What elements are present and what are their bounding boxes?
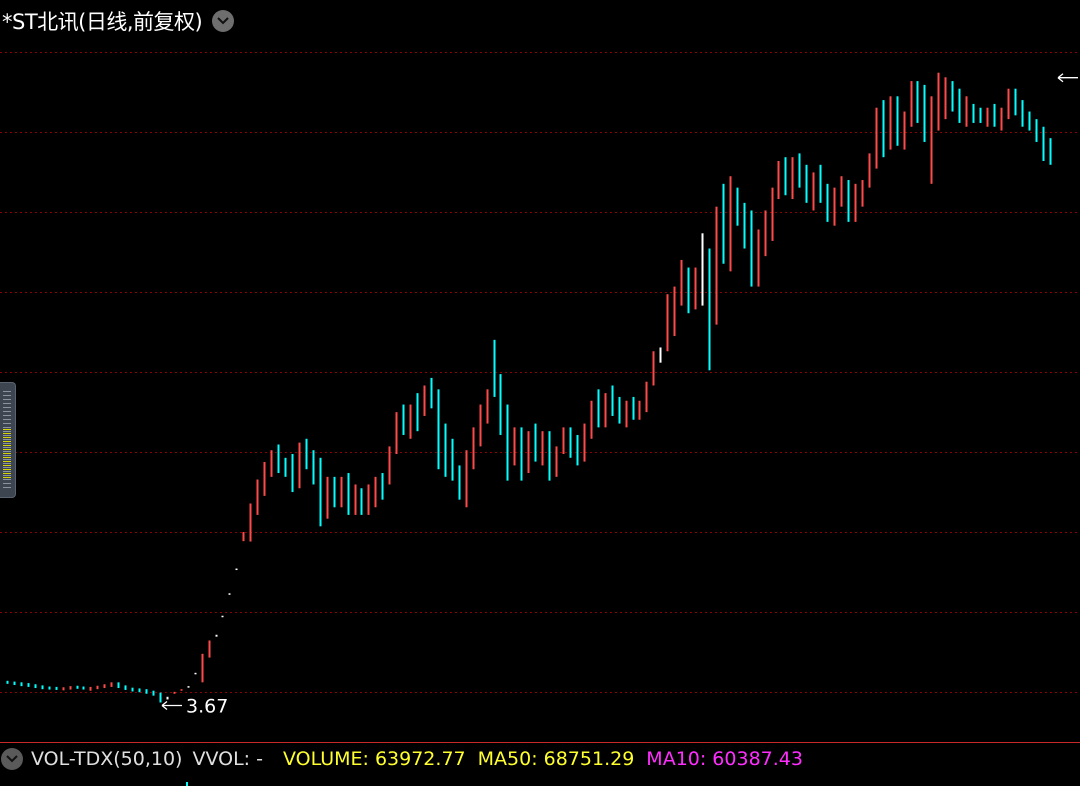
indicator-dropdown-icon[interactable] <box>1 748 23 770</box>
candlestick-chart: 20.22 3.67 <box>0 52 1080 718</box>
indicator-ma10: MA10: 60387.43 <box>646 748 803 770</box>
title-dropdown-icon[interactable] <box>212 10 235 32</box>
price-annotations: 20.22 3.67 <box>161 73 1078 718</box>
chart-title-bar: *ST北讯(日线,前复权) <box>0 6 235 36</box>
indicator-bar: VOL-TDX(50,10) VVOL: - VOLUME: 63972.77 … <box>0 744 803 774</box>
candles <box>6 72 1052 703</box>
max-price-annotation: 20.22 <box>1057 73 1078 83</box>
chart-title: *ST北讯(日线,前复权) <box>2 10 203 34</box>
indicator-vvol: VVOL: - <box>192 748 263 770</box>
min-price-annotation: 3.67 <box>161 696 228 718</box>
indicator-volume: VOLUME: 63972.77 <box>282 748 466 770</box>
annotation-arrow <box>161 700 182 711</box>
handle-grip-highlight <box>3 429 11 479</box>
price-chart[interactable]: 20.22 3.67 <box>0 0 1080 742</box>
grid-lines <box>0 52 1080 693</box>
volume-bar-stub <box>186 782 188 786</box>
annotation-label: 3.67 <box>186 696 228 718</box>
panel-separator <box>0 742 1080 743</box>
annotation-arrow <box>1057 73 1078 83</box>
indicator-ma50: MA50: 68751.29 <box>477 748 635 770</box>
indicator-name[interactable]: VOL-TDX(50,10) <box>31 748 182 770</box>
panel-resize-handle[interactable] <box>0 382 16 498</box>
